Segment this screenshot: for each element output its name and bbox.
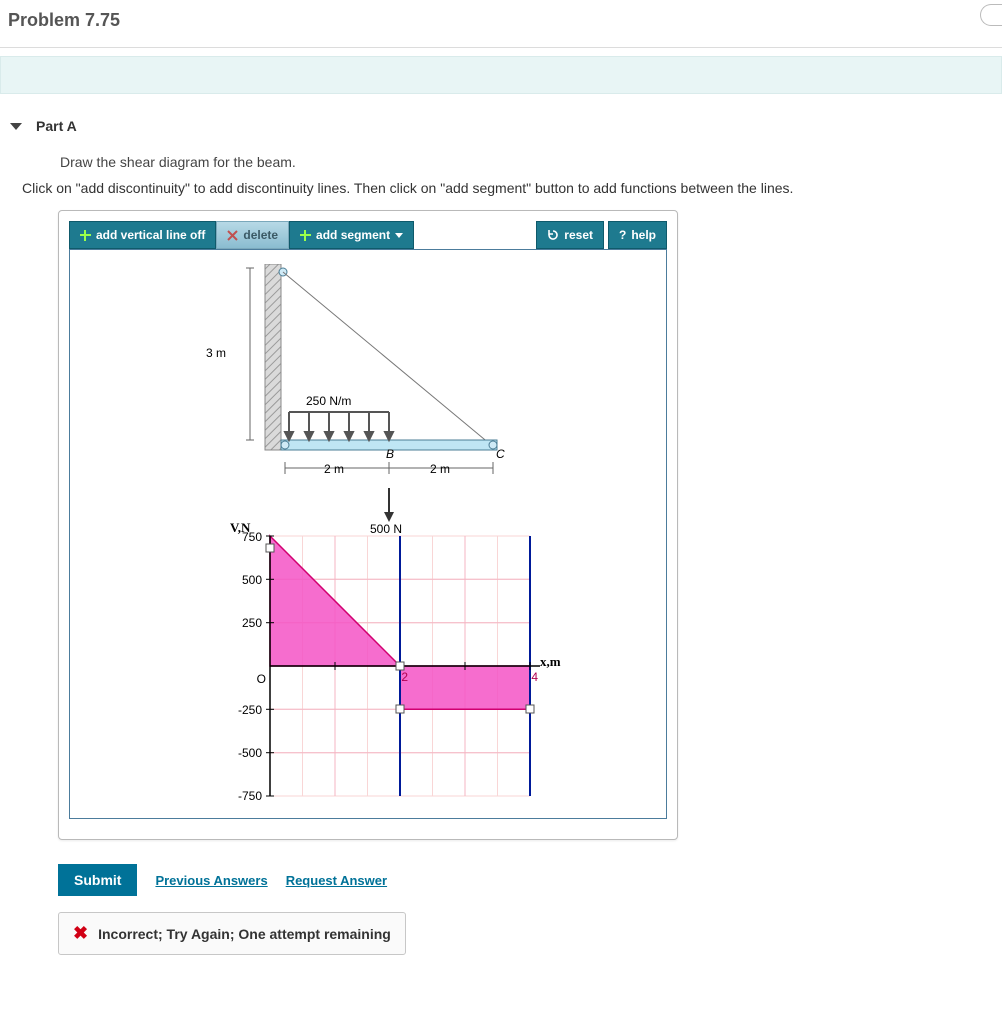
submit-row: Submit Previous Answers Request Answer	[58, 864, 1002, 896]
xtick-4: 4	[522, 670, 538, 684]
feedback-box: ✖ Incorrect; Try Again; One attempt rema…	[58, 912, 406, 955]
prompt-text: Draw the shear diagram for the beam.	[0, 142, 1002, 176]
part-label: Part A	[36, 118, 77, 134]
beam-label-b: B	[386, 447, 406, 461]
delete-label: delete	[243, 228, 278, 242]
shear-plot[interactable]: V,N x,m 750 500 250 -250 -500 -750 O 2 4	[200, 526, 620, 806]
help-icon: ?	[619, 228, 626, 242]
diagram-canvas[interactable]: 3 m 250 N/m B C 2 m 2 m 500 N	[69, 249, 667, 819]
delete-x-icon	[227, 230, 238, 241]
plus-icon	[80, 230, 91, 241]
ytick-250: 250	[232, 616, 262, 630]
add-segment-label: add segment	[316, 228, 390, 242]
caret-down-icon	[10, 123, 22, 130]
ytick-750: 750	[232, 530, 262, 544]
beam-dist-load: 250 N/m	[306, 394, 366, 408]
delete-button[interactable]: delete	[216, 221, 289, 249]
plus-icon	[300, 230, 311, 241]
beam-label-c: C	[496, 447, 516, 461]
reset-button[interactable]: reset	[536, 221, 604, 249]
add-segment-button[interactable]: add segment	[289, 221, 414, 249]
reset-icon	[547, 229, 559, 241]
toolbar: add vertical line off delete add segment	[69, 221, 667, 249]
xtick-2: 2	[392, 670, 408, 684]
drawing-frame: add vertical line off delete add segment	[58, 210, 678, 840]
ytick-500: 500	[232, 573, 262, 587]
ytick-n250: -250	[228, 703, 262, 717]
beam-span-left: 2 m	[314, 462, 344, 476]
submit-button[interactable]: Submit	[58, 864, 137, 896]
reset-label: reset	[564, 228, 593, 242]
request-answer-link[interactable]: Request Answer	[286, 873, 387, 888]
beam-figure: 3 m 250 N/m B C 2 m 2 m	[210, 264, 510, 494]
help-button[interactable]: ? help	[608, 221, 667, 249]
ytick-n750: -750	[228, 789, 262, 803]
hint-bar	[0, 56, 1002, 94]
add-vertical-line-label: add vertical line off	[96, 228, 205, 242]
ytick-n500: -500	[228, 746, 262, 760]
page-settings-badge	[980, 4, 1002, 26]
dropdown-caret-icon	[395, 233, 403, 238]
help-label: help	[631, 228, 656, 242]
problem-title: Problem 7.75	[0, 0, 1002, 48]
x-axis-label: x,m	[540, 654, 561, 670]
xtick-0: O	[246, 672, 266, 686]
incorrect-x-icon: ✖	[73, 923, 88, 944]
feedback-text: Incorrect; Try Again; One attempt remain…	[98, 926, 391, 942]
previous-answers-link[interactable]: Previous Answers	[155, 873, 267, 888]
add-vertical-line-button[interactable]: add vertical line off	[69, 221, 216, 249]
beam-span-right: 2 m	[420, 462, 450, 476]
beam-dim-3m: 3 m	[206, 346, 238, 360]
part-a-header[interactable]: Part A	[0, 94, 1002, 142]
instructions-text: Click on "add discontinuity" to add disc…	[0, 176, 1002, 206]
